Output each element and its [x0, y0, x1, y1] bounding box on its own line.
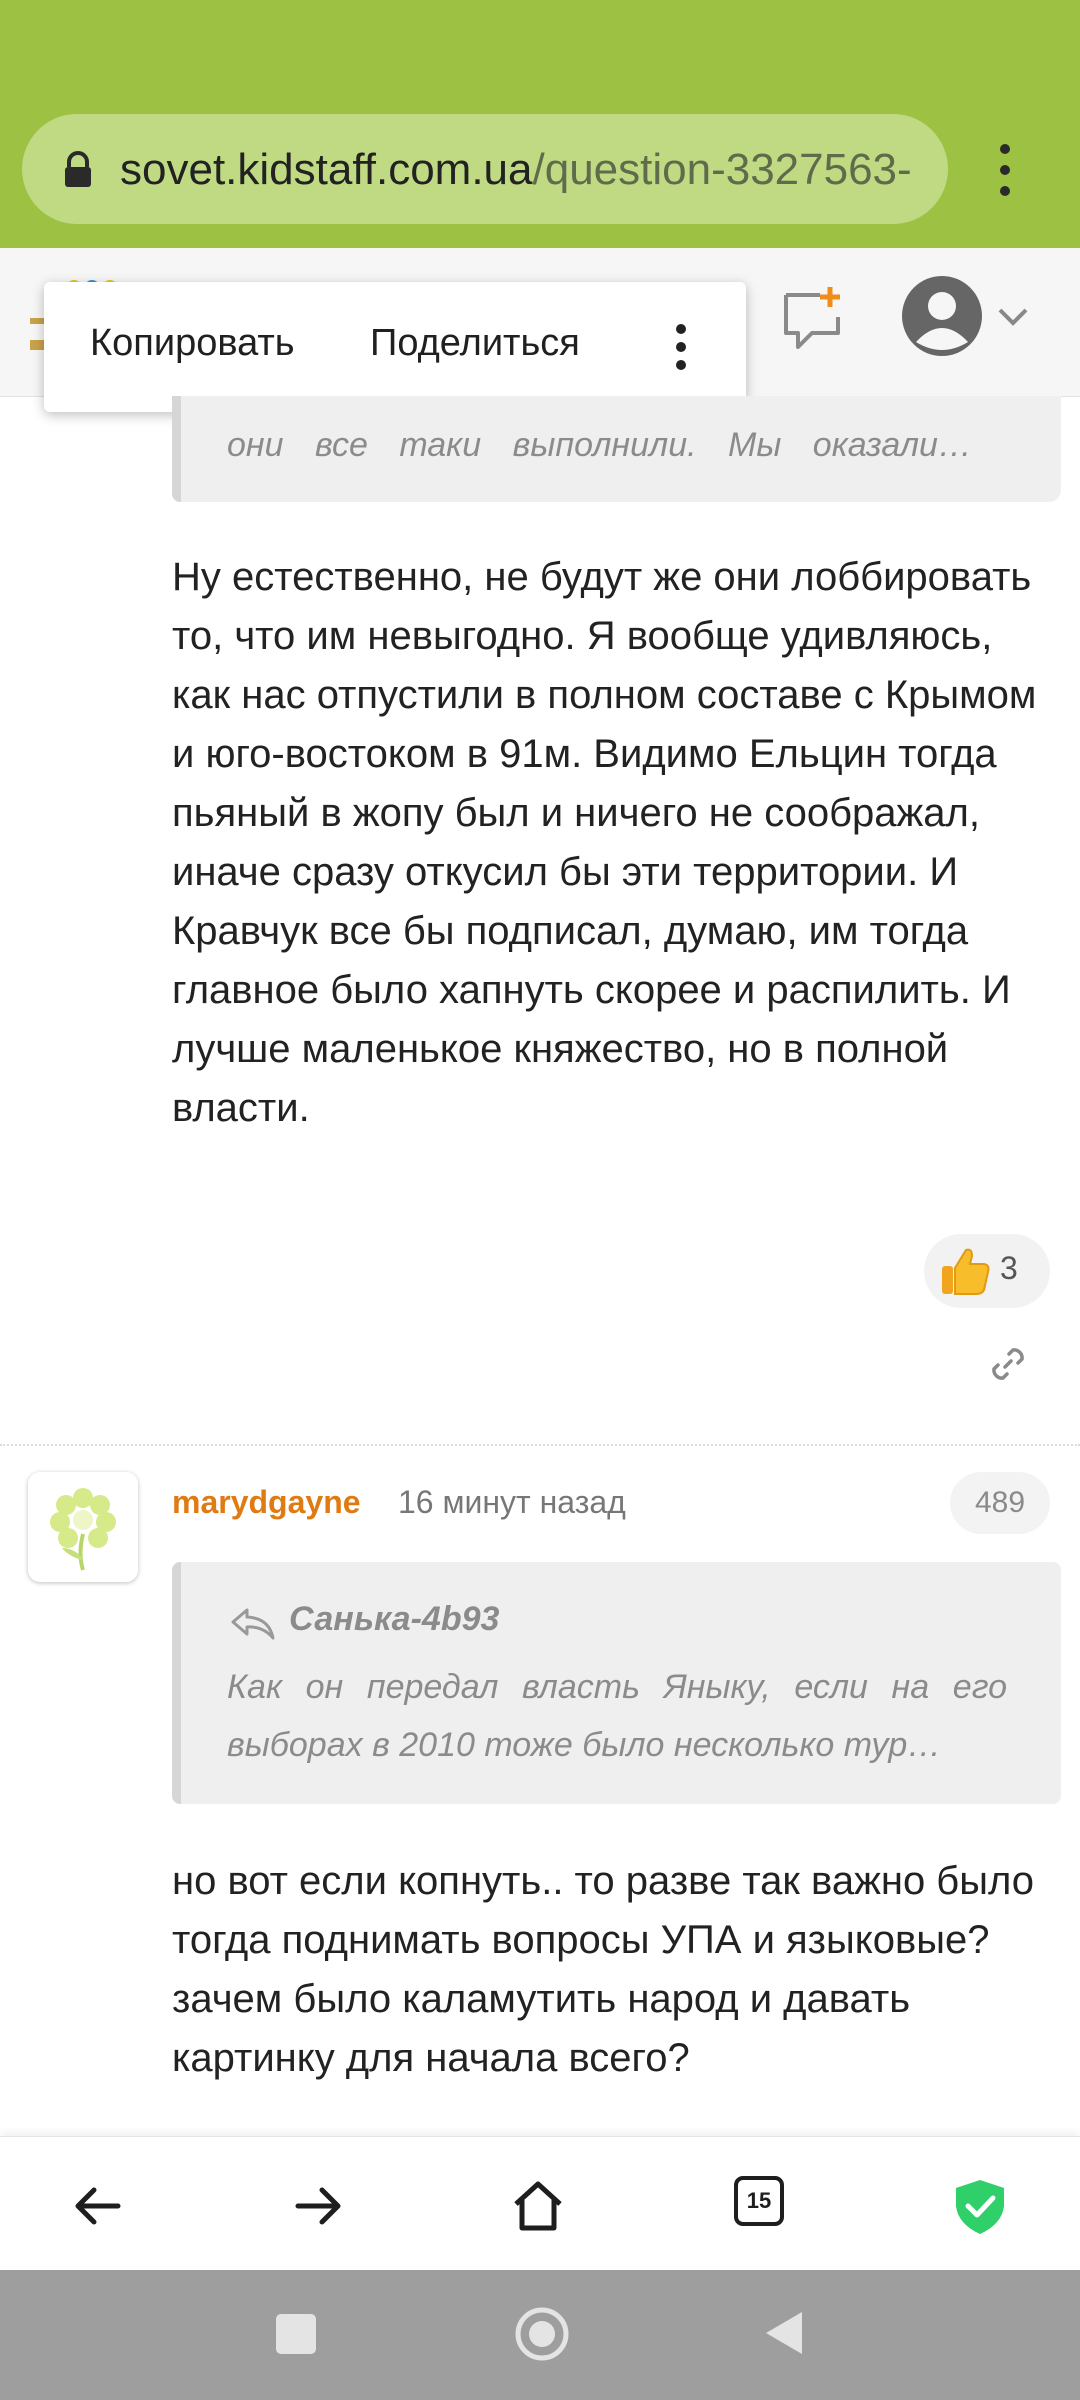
comment-text: Ну естественно, не будут же они лоббиров…: [172, 555, 1037, 1130]
quote-text: Как он передал власть Яныку, если на его…: [227, 1668, 1007, 1764]
post-divider: [0, 1444, 1080, 1446]
share-menu-item[interactable]: Поделиться: [370, 322, 580, 365]
shield-icon[interactable]: [952, 2178, 1008, 2234]
new-chat-icon[interactable]: [778, 283, 848, 353]
quote-text: они все таки выполнили. Мы оказали…: [227, 426, 972, 464]
user-avatar[interactable]: [28, 1472, 138, 1582]
quote-block: они все таки выполнили. Мы оказали…: [172, 396, 1061, 502]
back-arrow-icon[interactable]: [70, 2178, 126, 2234]
more-vert-icon[interactable]: [670, 322, 690, 372]
quote-author[interactable]: Санька-4b93: [289, 1600, 499, 1639]
tabs-icon[interactable]: 15: [734, 2176, 784, 2226]
comment-text: но вот если копнуть.. то разве так важно…: [172, 1859, 1034, 2080]
system-back-button[interactable]: [760, 2308, 806, 2358]
context-menu: Копировать Поделиться: [44, 282, 746, 412]
post-number-badge[interactable]: 489: [950, 1472, 1050, 1534]
url-text[interactable]: sovet.kidstaff.com.ua/question-3327563-: [120, 142, 930, 198]
like-count: 3: [1000, 1250, 1018, 1286]
url-host: sovet.kidstaff.com.ua: [120, 145, 533, 194]
flower-avatar-icon: [50, 1488, 116, 1571]
home-button[interactable]: [514, 2306, 570, 2362]
chevron-down-icon[interactable]: [996, 302, 1030, 330]
home-icon[interactable]: [510, 2178, 566, 2234]
forward-arrow-icon[interactable]: [290, 2178, 346, 2234]
like-button[interactable]: 3: [924, 1234, 1050, 1308]
browser-menu-button[interactable]: [984, 138, 1024, 202]
url-path: /question-3327563-: [532, 145, 912, 194]
quote-block: Санька-4b93 Как он передал власть Яныку,…: [172, 1562, 1061, 1804]
lock-icon[interactable]: [58, 150, 98, 190]
avatar-icon[interactable]: [900, 274, 984, 358]
copy-menu-item[interactable]: Копировать: [90, 322, 295, 365]
thumbs-up-icon: [942, 1248, 990, 1295]
post-timestamp: 16 минут назад: [398, 1484, 626, 1520]
username-link[interactable]: marydgayne: [172, 1484, 361, 1521]
recents-button[interactable]: [276, 2314, 316, 2354]
link-icon[interactable]: [986, 1342, 1030, 1386]
reply-icon: [231, 1608, 275, 1640]
